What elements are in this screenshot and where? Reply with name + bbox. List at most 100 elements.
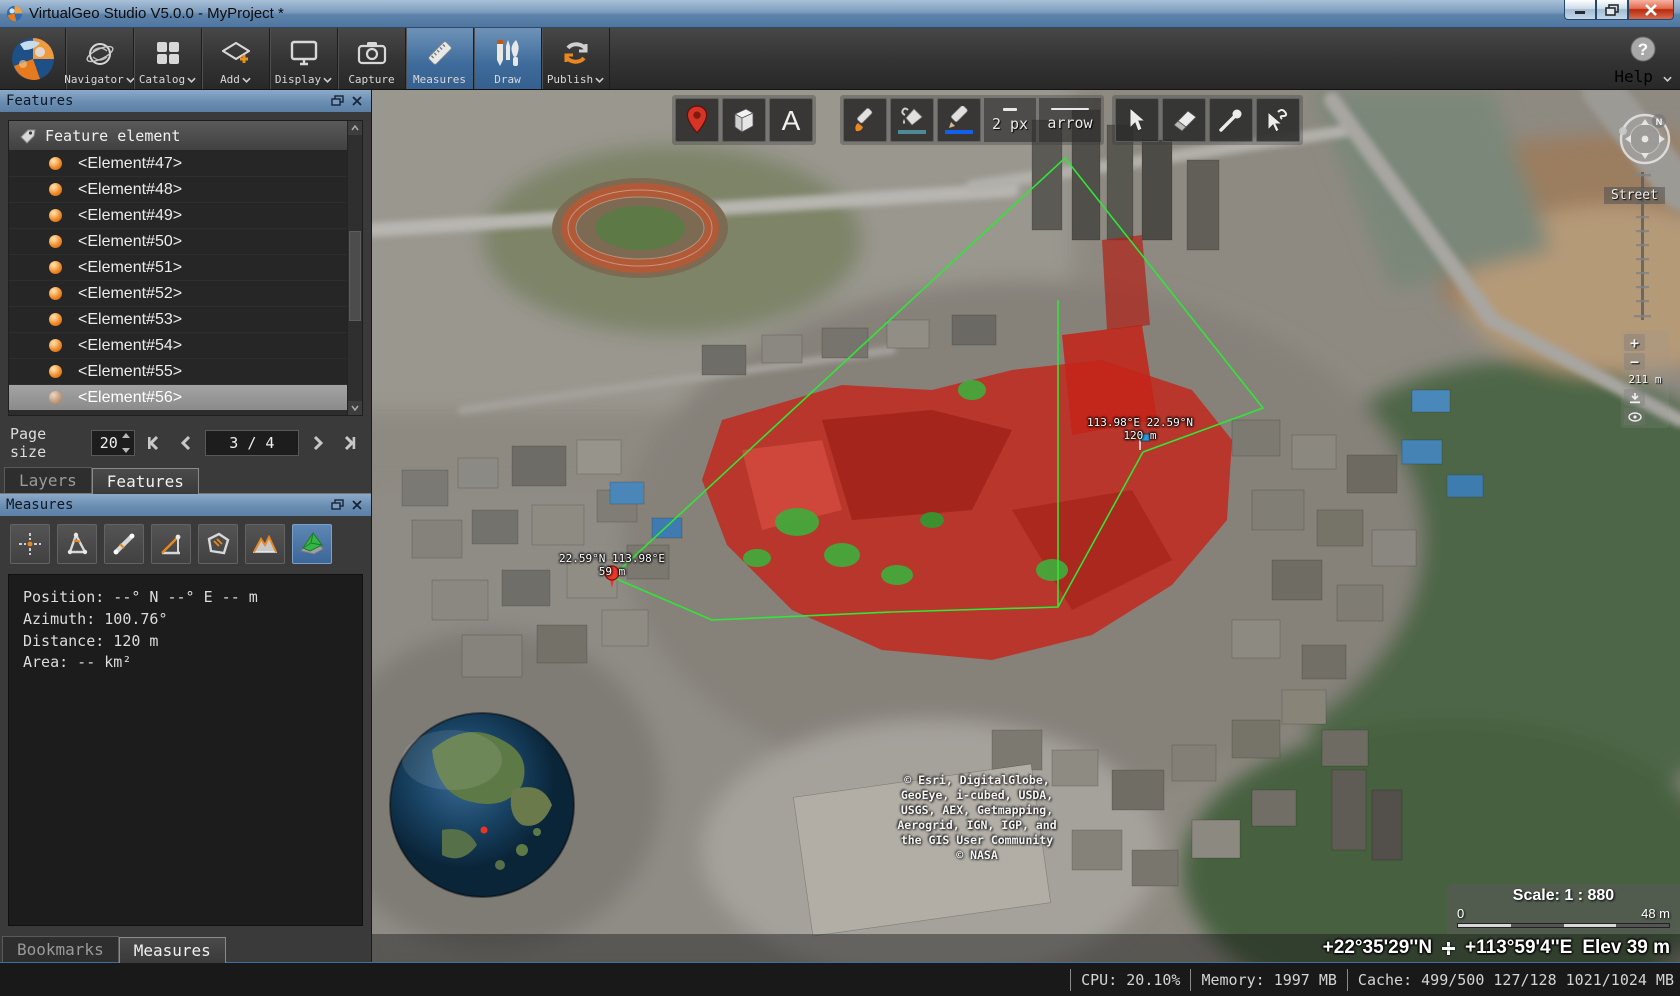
brush-tool-button[interactable] (843, 98, 887, 142)
toolbar-capture-button[interactable]: Capture (338, 28, 406, 89)
close-panel-icon[interactable] (351, 499, 365, 511)
list-item[interactable]: <Element#48> (9, 177, 362, 203)
toolbar-publish-button[interactable]: Publish (542, 28, 610, 89)
help-icon: ? (1629, 35, 1657, 67)
minimize-button[interactable] (1564, 0, 1596, 20)
map-viewport[interactable]: A (372, 90, 1680, 962)
zoom-out-button[interactable]: − (1624, 353, 1645, 370)
toolbar-measures-button[interactable]: Measures (406, 28, 474, 89)
list-item[interactable]: <Element#51> (9, 255, 362, 281)
eyedropper-tool-button[interactable] (1209, 98, 1253, 142)
feature-list-header[interactable]: Feature element (9, 121, 362, 151)
measure-tools (0, 516, 371, 570)
last-page-button[interactable] (338, 430, 361, 456)
measure-area: Area: -- km² (23, 652, 348, 674)
list-scrollbar[interactable] (347, 121, 362, 415)
page-size-input[interactable]: 20 (91, 430, 135, 456)
feature-dot-icon (49, 261, 62, 274)
features-panel-header[interactable]: Features (0, 90, 371, 112)
svg-text:A: A (782, 105, 801, 135)
tab-bookmarks[interactable]: Bookmarks (2, 936, 119, 962)
area-measure-tool[interactable] (198, 524, 238, 564)
restore-button[interactable] (1596, 0, 1628, 20)
app-logo-button[interactable] (0, 28, 66, 89)
minimize-icon (1574, 5, 1586, 15)
street-level-label[interactable]: Street (1604, 187, 1665, 204)
place-text-button[interactable]: A (769, 98, 813, 142)
tab-features[interactable]: Features (92, 468, 199, 494)
first-page-button[interactable] (143, 430, 166, 456)
zoom-in-button[interactable]: + (1624, 334, 1645, 351)
tab-measures[interactable]: Measures (119, 937, 226, 963)
list-item[interactable]: <Element#50> (9, 229, 362, 255)
altitude-widget: + − 211 m (1621, 331, 1669, 428)
profile-measure-tool[interactable] (245, 524, 285, 564)
angle-measure-tool[interactable] (57, 524, 97, 564)
cache-status: Cache: 499/500 127/128 1021/1024 MB (1358, 971, 1674, 989)
eraser-tool-button[interactable] (1162, 98, 1206, 142)
list-item[interactable]: <Element#55> (9, 359, 362, 385)
scrollbar-thumb[interactable] (349, 231, 361, 321)
position-measure-tool[interactable] (10, 524, 50, 564)
slope-measure-tool[interactable] (151, 524, 191, 564)
list-item[interactable]: <Element#53> (9, 307, 362, 333)
ground-view-button[interactable] (1624, 389, 1645, 406)
place-pin-button[interactable] (675, 98, 719, 142)
list-item[interactable]: <Element#54> (9, 333, 362, 359)
list-item[interactable]: <Element#52> (9, 281, 362, 307)
select-tool-button[interactable] (1115, 98, 1159, 142)
distance-measure-tool[interactable] (104, 524, 144, 564)
close-icon (1644, 4, 1658, 16)
capture-label: Capture (348, 74, 394, 86)
scroll-up-icon[interactable] (348, 121, 362, 135)
chevron-down-icon (595, 77, 604, 83)
toolbar-help-button[interactable]: ? Help (1612, 28, 1674, 89)
list-item[interactable]: <Element#47> (9, 151, 362, 177)
eraser-icon (1170, 107, 1198, 133)
next-page-button[interactable] (307, 430, 330, 456)
marker-label: 113.98°E 22.59°N120 m (1080, 416, 1200, 442)
toolbar-display-button[interactable]: Display (270, 28, 338, 89)
place-box-button[interactable] (722, 98, 766, 142)
surface-measure-tool[interactable] (292, 524, 332, 564)
features-panel-title: Features (6, 93, 73, 109)
lasso-select-button[interactable] (1256, 98, 1300, 142)
measure-distance: Distance: 120 m (23, 631, 348, 653)
draw-tools-icon (492, 32, 524, 74)
tab-layers[interactable]: Layers (4, 467, 92, 493)
pencil-icon (945, 106, 973, 128)
page-size-label: Page size (10, 425, 83, 461)
close-panel-icon[interactable] (351, 95, 365, 107)
text-icon: A (777, 105, 805, 135)
fill-color-swatch (898, 130, 926, 134)
toolbar-catalog-button[interactable]: Catalog (134, 28, 202, 89)
add-layer-icon (220, 32, 252, 74)
coordinate-readout: +22°35'29''N +113°59'4''E Elev 39 m (372, 934, 1680, 962)
titlebar[interactable]: VirtualGeo Studio V5.0.0 - MyProject * (0, 0, 1680, 28)
previous-page-button[interactable] (174, 430, 197, 456)
map-attribution: © Esri, DigitalGlobe,GeoEye, i-cubed, US… (852, 773, 1102, 863)
measures-panel-header[interactable]: Measures (0, 494, 371, 516)
navigator-label: Navigator (64, 74, 124, 86)
overview-globe[interactable] (390, 713, 574, 897)
fill-color-button[interactable] (890, 98, 934, 142)
view-mode-button[interactable] (1624, 408, 1645, 425)
list-item[interactable]: <Element#49> (9, 203, 362, 229)
toolbar-draw-button[interactable]: Draw (474, 28, 542, 89)
left-panel: Features Feature element <Element#47> <E… (0, 90, 372, 962)
page-indicator[interactable]: 3 / 4 (205, 430, 298, 456)
list-item-selected[interactable]: <Element#56> (9, 385, 362, 411)
toolbar-navigator-button[interactable]: Navigator (66, 28, 134, 89)
line-style-selector[interactable]: arrow (1039, 98, 1101, 142)
cursor-cross-icon (1442, 942, 1455, 955)
stroke-color-button[interactable] (937, 98, 981, 142)
stroke-width-selector[interactable]: 2 px (984, 98, 1036, 142)
memory-status: Memory: 1997 MB (1201, 971, 1336, 989)
scroll-down-icon[interactable] (348, 401, 362, 415)
close-button[interactable] (1628, 0, 1674, 20)
toolbar-add-button[interactable]: Add (202, 28, 270, 89)
float-panel-icon[interactable] (331, 95, 345, 107)
float-panel-icon[interactable] (331, 499, 345, 511)
page-size-spinner[interactable] (120, 433, 132, 453)
compass-widget[interactable]: N (1615, 109, 1673, 171)
